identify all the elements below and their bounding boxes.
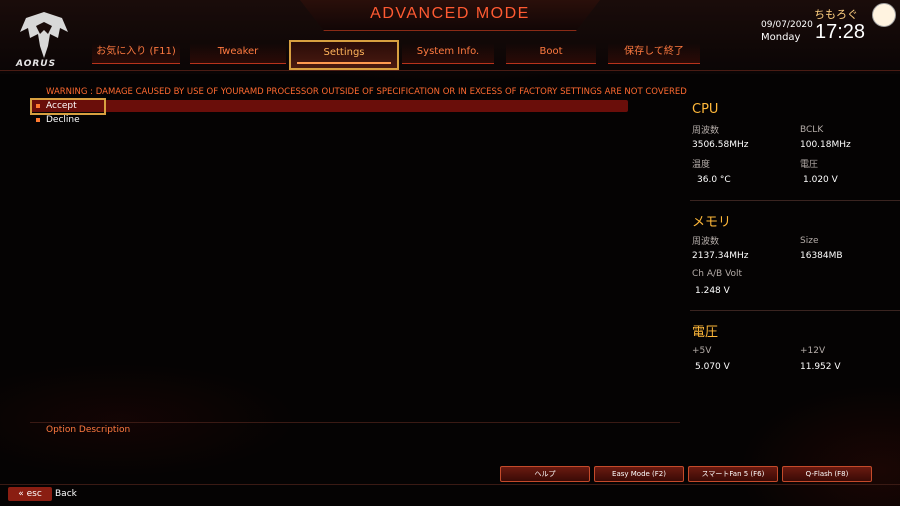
esc-button[interactable]: « esc xyxy=(8,487,52,501)
time-display: 17:28 xyxy=(815,21,866,43)
logo-text: AORUS xyxy=(16,59,57,69)
tab-tweaker[interactable]: Tweaker xyxy=(190,43,286,64)
tab-system-info[interactable]: System Info. xyxy=(402,43,494,64)
memory-volt-label: Ch A/B Volt xyxy=(692,269,743,279)
cpu-temp-label: 温度 xyxy=(692,160,711,170)
v12-label: +12V xyxy=(800,346,826,356)
help-button[interactable]: ヘルプ xyxy=(500,466,590,482)
bullet-icon xyxy=(36,117,40,122)
section-divider xyxy=(690,200,900,201)
memory-freq-value: 2137.34MHz xyxy=(692,251,749,261)
cpu-temp-value: 36.0 °C xyxy=(697,175,731,185)
cpu-freq-value: 3506.58MHz xyxy=(692,140,749,150)
v5-label: +5V xyxy=(692,346,712,356)
warning-text: WARNING : DAMAGE CAUSED BY USE OF YOURAM… xyxy=(46,87,687,97)
esc-label: esc xyxy=(26,489,42,499)
tab-favorites[interactable]: お気に入り (F11) xyxy=(92,43,180,64)
cpu-volt-label: 電圧 xyxy=(800,160,819,170)
description-divider xyxy=(30,422,680,423)
cpu-bclk-value: 100.18MHz xyxy=(800,140,851,150)
cpu-heading: CPU xyxy=(692,102,719,117)
voltage-heading: 電圧 xyxy=(692,325,719,340)
page-title: ADVANCED MODE xyxy=(370,5,530,22)
memory-heading: メモリ xyxy=(692,215,732,230)
background-glow xyxy=(0,0,900,506)
cpu-volt-value: 1.020 V xyxy=(803,175,838,185)
date-display: 09/07/2020 xyxy=(761,20,813,30)
memory-volt-value: 1.248 V xyxy=(695,286,730,296)
option-accept[interactable]: Accept xyxy=(30,98,106,115)
easy-mode-button[interactable]: Easy Mode (F2) xyxy=(594,466,684,482)
v5-value: 5.070 V xyxy=(695,362,730,372)
tab-save-exit[interactable]: 保存して終了 xyxy=(608,43,700,64)
option-decline[interactable]: Decline xyxy=(36,115,80,125)
memory-size-label: Size xyxy=(800,236,819,246)
day-display: Monday xyxy=(761,32,801,43)
qflash-button[interactable]: Q-Flash (F8) xyxy=(782,466,872,482)
footer-divider xyxy=(0,484,900,485)
smart-fan-button[interactable]: スマートFan 5 (F6) xyxy=(688,466,778,482)
memory-size-value: 16384MB xyxy=(800,251,843,261)
mascot-avatar xyxy=(872,3,896,27)
tab-settings[interactable]: Settings xyxy=(289,40,399,70)
selection-highlight-bar xyxy=(30,100,628,112)
option-description-label: Option Description xyxy=(46,425,131,435)
v12-value: 11.952 V xyxy=(800,362,841,372)
cpu-bclk-label: BCLK xyxy=(800,125,824,135)
header-divider xyxy=(0,70,900,71)
cpu-freq-label: 周波数 xyxy=(692,126,720,136)
option-decline-label: Decline xyxy=(46,115,80,125)
double-chevron-left-icon: « xyxy=(18,489,24,499)
option-accept-label: Accept xyxy=(46,101,77,111)
bullet-icon xyxy=(36,103,40,108)
memory-freq-label: 周波数 xyxy=(692,237,720,247)
tab-boot[interactable]: Boot xyxy=(506,43,596,64)
watermark-text: ちもろぐ xyxy=(814,8,858,21)
section-divider xyxy=(690,310,900,311)
back-label: Back xyxy=(55,489,77,499)
